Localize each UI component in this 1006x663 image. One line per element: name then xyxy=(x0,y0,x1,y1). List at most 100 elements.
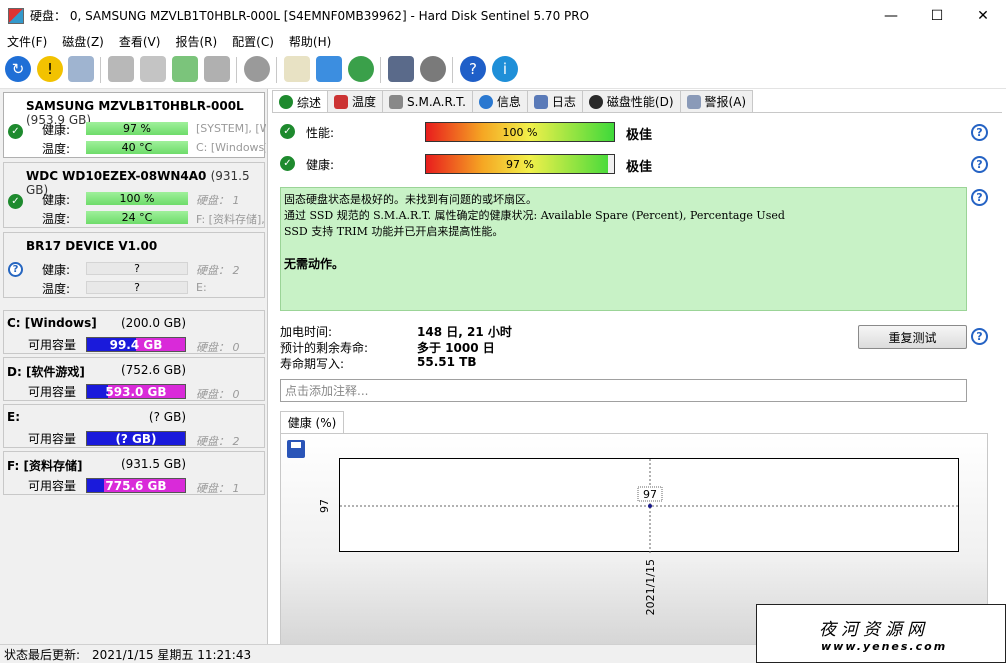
volume-size: (752.6 GB) xyxy=(120,363,186,377)
tab-performance[interactable]: 磁盘性能(D) xyxy=(581,90,681,112)
volume-card[interactable]: C: [Windows] (200.0 GB) 可用容量 99.4 GB 硬盘：… xyxy=(3,310,265,354)
menu-config[interactable]: 配置(C) xyxy=(225,33,282,50)
disk-index: 硬盘： 1 xyxy=(196,194,240,207)
temp-label: 温度: xyxy=(42,212,71,226)
network-icon[interactable] xyxy=(348,56,374,82)
power-on-label: 加电时间: xyxy=(280,325,333,339)
y-tick-label: 97 xyxy=(318,499,331,513)
tab-temperature[interactable]: 温度 xyxy=(327,90,384,112)
health-bar: 100 % xyxy=(86,192,188,205)
volume-card[interactable]: D: [软件游戏] (752.6 GB) 可用容量 593.0 GB 硬盘： 0 xyxy=(3,357,265,401)
disk-icon[interactable] xyxy=(68,56,94,82)
menu-file[interactable]: 文件(F) xyxy=(0,33,55,50)
health-label: 健康: xyxy=(42,193,71,207)
volume-size: (200.0 GB) xyxy=(120,316,186,330)
menu-report[interactable]: 报告(R) xyxy=(168,33,225,50)
ok-check-icon: ✓ xyxy=(280,124,295,139)
free-space-label: 可用容量 xyxy=(28,338,77,352)
health-chart-svg: 97 97 2021/1/15 xyxy=(318,459,960,615)
disk-index: 硬盘： 2 xyxy=(196,264,240,277)
tab-alerts[interactable]: 警报(A) xyxy=(679,90,754,112)
help-icon[interactable]: ? xyxy=(971,189,988,206)
title-bar: 硬盘： 0, SAMSUNG MZVLB1T0HBLR-000L [S4EMNF… xyxy=(0,0,1006,31)
volume-card[interactable]: E: (? GB) 可用容量 (? GB) 硬盘： 2 xyxy=(3,404,265,448)
remaining-life-value: 多于 1000 日 xyxy=(417,341,495,355)
status-updated-label: 状态最后更新: xyxy=(4,647,81,662)
help-icon[interactable]: ? xyxy=(971,328,988,345)
free-space-label: 可用容量 xyxy=(28,479,77,493)
menu-bar: 文件(F) 磁盘(Z) 查看(V) 报告(R) 配置(C) 帮助(H) xyxy=(0,31,1006,51)
toolbar-separator xyxy=(380,57,381,83)
tab-smart[interactable]: S.M.A.R.T. xyxy=(382,90,473,112)
smart-icon xyxy=(389,94,404,109)
help-icon[interactable]: ? xyxy=(971,156,988,173)
lifetime-writes-label: 寿命期写入: xyxy=(280,357,345,371)
performance-row: ✓ 性能: 100 % 极佳 ? xyxy=(272,122,1002,143)
disk-volumes: F: [资料存储], xyxy=(196,213,265,226)
toolbar-separator xyxy=(276,57,277,83)
overview-panel: ✓ 性能: 100 % 极佳 ? ✓ 健康: 97 % 极佳 ? 固态硬盘状态是… xyxy=(272,112,1002,645)
toolbar-separator xyxy=(100,57,101,83)
health-label: 健康: xyxy=(306,158,335,172)
plot-frame: 97 97 2021/1/15 xyxy=(318,458,960,615)
volume-size: (? GB) xyxy=(148,410,186,424)
watermark: 夜河资源网 www.yenes.com xyxy=(756,604,1006,663)
disk-card[interactable]: WDC WD10EZEX-08WN4A0 (931.5 GB) ✓ 健康: 10… xyxy=(3,162,265,228)
health-row: ✓ 健康: 97 % 极佳 ? xyxy=(272,154,1002,175)
tab-overview[interactable]: 综述 xyxy=(272,90,329,113)
warning-icon[interactable]: ! xyxy=(37,56,63,82)
sync-icon[interactable] xyxy=(316,56,342,82)
monitor-icon[interactable] xyxy=(388,56,414,82)
remaining-life-label: 预计的剩余寿命: xyxy=(280,341,369,355)
tab-health-chart[interactable]: 健康 (%) xyxy=(280,411,344,433)
disk-card[interactable]: BR17 DEVICE V1.00 ? 健康: ? 硬盘： 2 温度: ? E: xyxy=(3,232,265,298)
refresh-icon[interactable]: ↻ xyxy=(5,56,31,82)
help-icon[interactable]: ? xyxy=(460,56,486,82)
health-bar: 97 % xyxy=(86,122,188,135)
drive-settings-icon[interactable] xyxy=(140,56,166,82)
close-button[interactable]: ✕ xyxy=(960,0,1006,31)
help-icon[interactable]: ? xyxy=(971,124,988,141)
status-line: SSD 支持 TRIM 功能并已开启来提高性能。 xyxy=(284,225,504,238)
free-space-label: 可用容量 xyxy=(28,385,77,399)
drive-check-icon[interactable] xyxy=(172,56,198,82)
tab-info[interactable]: 信息 xyxy=(471,90,528,112)
menu-disk[interactable]: 磁盘(Z) xyxy=(55,33,112,50)
menu-help[interactable]: 帮助(H) xyxy=(282,33,339,50)
menu-view[interactable]: 查看(V) xyxy=(112,33,169,50)
status-action: 无需动作。 xyxy=(284,257,345,271)
speedometer-icon xyxy=(588,94,603,109)
free-space-bar: 99.4 GB xyxy=(86,337,186,352)
tab-log[interactable]: 日志 xyxy=(526,90,583,112)
drive-test-icon[interactable] xyxy=(108,56,134,82)
minimize-button[interactable]: — xyxy=(868,0,914,31)
data-point xyxy=(648,504,652,508)
maximize-button[interactable]: ☐ xyxy=(914,0,960,31)
free-space-bar: (? GB) xyxy=(86,431,186,446)
disk-card[interactable]: SAMSUNG MZVLB1T0HBLR-000L (953.9 GB) ✓ 健… xyxy=(3,92,266,158)
drive-tool-icon[interactable] xyxy=(204,56,230,82)
note-input[interactable] xyxy=(280,379,967,402)
check-icon xyxy=(279,95,293,109)
save-icon[interactable] xyxy=(287,440,305,458)
volume-name: F: [资料存储] xyxy=(7,459,83,473)
volume-card[interactable]: F: [资料存储] (931.5 GB) 可用容量 775.6 GB 硬盘： 1 xyxy=(3,451,265,495)
disk-partitions: [SYSTEM], [W xyxy=(196,122,266,135)
volume-disk: 硬盘： 2 xyxy=(196,435,240,448)
volume-size: (931.5 GB) xyxy=(120,457,186,471)
speaker-icon[interactable] xyxy=(420,56,446,82)
disk-volumes: C: [Windows], xyxy=(196,141,266,154)
ok-check-icon: ✓ xyxy=(8,194,23,209)
status-updated-value: 2021/1/15 星期五 11:21:43 xyxy=(92,647,252,662)
volume-name: C: [Windows] xyxy=(7,316,97,330)
temp-bar: 24 °C xyxy=(86,211,188,224)
status-description: 固态硬盘状态是极好的。未找到有问题的或坏扇区。 通过 SSD 规范的 S.M.A… xyxy=(280,187,967,311)
toolbar: ↻ ! ? i xyxy=(0,51,1006,89)
volume-disk: 硬盘： 0 xyxy=(196,341,240,354)
gear-icon[interactable] xyxy=(244,56,270,82)
report-icon[interactable] xyxy=(284,56,310,82)
info-icon[interactable]: i xyxy=(492,56,518,82)
app-icon xyxy=(8,7,24,24)
health-label: 健康: xyxy=(42,123,71,137)
retest-button[interactable]: 重复测试 xyxy=(858,325,967,349)
